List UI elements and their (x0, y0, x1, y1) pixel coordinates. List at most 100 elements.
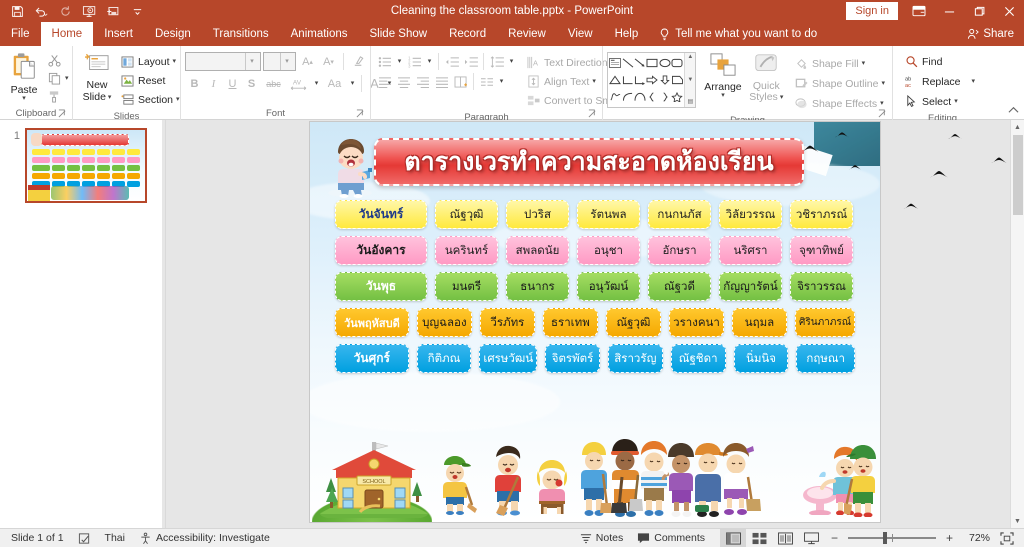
undo-icon[interactable] (30, 1, 52, 21)
collapse-ribbon-button[interactable] (1006, 103, 1020, 117)
tab-animations[interactable]: Animations (280, 22, 359, 46)
scroll-up-icon[interactable]: ▲ (1011, 120, 1024, 134)
student-cell[interactable]: อักษรา (648, 236, 711, 265)
zoom-thumb[interactable] (883, 532, 888, 544)
shape-triangle-icon[interactable] (609, 71, 622, 88)
justify-button[interactable] (432, 73, 451, 90)
character-spacing-button[interactable]: AV (286, 74, 311, 93)
tab-design[interactable]: Design (144, 22, 202, 46)
gallery-scroll-up-icon[interactable]: ▲ (687, 54, 693, 61)
line-spacing-button[interactable] (487, 53, 506, 70)
line-spacing-caret-icon[interactable]: ▾ (506, 53, 517, 70)
day-cell[interactable]: วันอังคาร (335, 236, 427, 265)
add-or-remove-columns-button[interactable] (477, 73, 496, 90)
sign-in-button[interactable]: Sign in (846, 2, 898, 20)
student-cell[interactable]: กัญญารัตน์ (719, 272, 782, 301)
shape-down-arrow-icon[interactable] (659, 71, 671, 88)
student-cell[interactable]: กนกนภัส (648, 200, 711, 229)
shape-fill-button[interactable]: Shape Fill ▾ (791, 55, 888, 72)
student-cell[interactable]: จิตรพัตร์ (545, 344, 600, 373)
underline-button[interactable]: U (223, 74, 242, 93)
arrange-button[interactable]: Arrange ▾ (702, 52, 743, 99)
bold-button[interactable]: B (185, 74, 204, 93)
new-slide-qat-icon[interactable] (102, 1, 124, 21)
zoom-out-button[interactable]: − (828, 532, 841, 544)
tab-insert[interactable]: Insert (93, 22, 144, 46)
restore-icon[interactable] (964, 0, 994, 22)
replace-caret-icon[interactable]: ▾ (972, 78, 976, 85)
italic-button[interactable]: I (204, 74, 223, 93)
tab-view[interactable]: View (557, 22, 604, 46)
text-shadow-button[interactable]: S (242, 74, 261, 93)
slide-canvas[interactable]: ตารางเวรทำความสะอาดห้องเรียน วันจันทร์ ณ… (310, 122, 1024, 522)
reading-view-button[interactable] (772, 529, 798, 547)
shape-rectangle-icon[interactable] (646, 54, 658, 71)
columns-caret-icon[interactable]: ▾ (496, 73, 507, 90)
font-name-combo[interactable]: ▾ (185, 52, 261, 71)
student-cell[interactable]: ณัฐวุฒิ (605, 308, 661, 337)
paste-button[interactable]: Paste ▾ (4, 50, 44, 104)
bullets-caret-icon[interactable]: ▾ (394, 53, 405, 70)
student-cell[interactable]: รัตนพล (577, 200, 640, 229)
shape-textbox-icon[interactable] (609, 54, 622, 71)
student-cell[interactable]: อนุวัฒน์ (577, 272, 640, 301)
ribbon-display-options-icon[interactable] (904, 0, 934, 22)
bullets-button[interactable] (375, 53, 394, 70)
student-cell[interactable]: ณัฐวดี (648, 272, 711, 301)
day-cell[interactable]: วันศุกร์ (335, 344, 409, 373)
shape-right-arrow-icon[interactable] (646, 71, 659, 88)
shape-curve-icon[interactable] (621, 89, 633, 106)
zoom-track[interactable] (848, 532, 936, 544)
tab-help[interactable]: Help (604, 22, 650, 46)
student-cell[interactable]: จิราวรรณ (790, 272, 853, 301)
zoom-percentage[interactable]: 72% (960, 532, 994, 544)
shape-effects-caret-icon[interactable]: ▾ (880, 100, 884, 107)
student-cell[interactable]: นริศรา (719, 236, 782, 265)
student-cell[interactable]: สิราวรัญ (607, 344, 663, 373)
student-cell[interactable]: ศิรินภาภรณ์ (795, 308, 856, 337)
layout-button[interactable]: Layout ▾ (117, 53, 183, 70)
accessibility-checker[interactable]: Accessibility: Investigate (132, 529, 277, 547)
copy-caret-icon[interactable]: ▾ (65, 75, 69, 82)
slide-show-button[interactable] (798, 529, 824, 547)
shape-elbow-arrow-icon[interactable] (634, 71, 646, 88)
change-case-caret-icon[interactable]: ▾ (347, 74, 358, 93)
student-cell[interactable]: นฤมล (731, 308, 788, 337)
new-slide-caret-icon[interactable]: ▾ (108, 94, 112, 101)
font-size-caret-icon[interactable]: ▾ (280, 53, 293, 70)
shape-oval-icon[interactable] (659, 54, 671, 71)
shape-effects-button[interactable]: Shape Effects ▾ (791, 95, 888, 112)
shape-pentagon-icon[interactable] (671, 71, 684, 88)
day-cell[interactable]: วันพุธ (335, 272, 427, 301)
student-cell[interactable]: นิ่มนิจ (733, 344, 789, 373)
student-cell[interactable]: วชิราภรณ์ (790, 200, 853, 229)
reset-button[interactable]: Reset (117, 72, 183, 89)
numbering-button[interactable]: 123 (405, 53, 424, 70)
columns-button[interactable] (451, 73, 470, 90)
shape-right-brace-icon[interactable] (659, 89, 671, 106)
align-text-caret-icon[interactable]: ▾ (592, 78, 596, 85)
gallery-scroll-down-icon[interactable]: ▼ (687, 77, 693, 84)
tell-me-search[interactable]: Tell me what you want to do (649, 22, 827, 46)
shapes-gallery-scrollbar[interactable]: ▲ ▼ ▤ (684, 53, 696, 107)
customize-qat-icon[interactable] (126, 1, 148, 21)
shape-elbow-connector-icon[interactable] (621, 71, 633, 88)
shape-rounded-rectangle-icon[interactable] (671, 54, 683, 71)
start-from-beginning-icon[interactable] (78, 1, 100, 21)
student-cell[interactable]: บุญฉลอง (416, 308, 472, 337)
spelling-check-button[interactable] (71, 529, 98, 547)
redo-icon[interactable] (54, 1, 76, 21)
new-slide-button[interactable]: New Slide ▾ (77, 50, 117, 105)
arrange-caret-icon[interactable]: ▾ (721, 92, 725, 99)
tab-file[interactable]: File (0, 22, 41, 46)
student-cell[interactable]: จุฑาทิพย์ (790, 236, 853, 265)
scroll-down-icon[interactable]: ▼ (1011, 514, 1024, 528)
copy-button[interactable]: ▾ (44, 70, 72, 87)
shape-arrow-icon[interactable] (634, 54, 646, 71)
day-cell[interactable]: วันพฤหัสบดี (335, 308, 409, 337)
cut-button[interactable] (44, 52, 72, 69)
format-painter-button[interactable] (44, 88, 72, 105)
select-button[interactable]: Select ▾ (901, 93, 978, 110)
shape-left-brace-icon[interactable] (646, 89, 658, 106)
student-cell[interactable]: สพลดนัย (506, 236, 569, 265)
